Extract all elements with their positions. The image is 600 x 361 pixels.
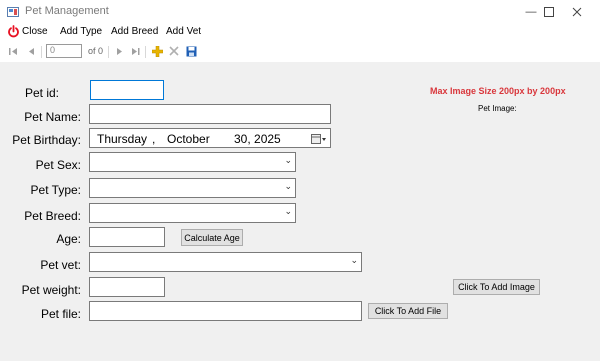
pet-weight-input[interactable] <box>89 277 165 297</box>
chevron-down-icon: ⌄ <box>284 155 292 165</box>
chevron-down-icon: ⌄ <box>284 181 292 191</box>
add-image-button[interactable]: Click To Add Image <box>453 279 540 295</box>
birthday-comma: , <box>152 132 156 146</box>
age-input[interactable] <box>89 227 165 247</box>
birthday-date: 30, 2025 <box>234 132 281 146</box>
pet-type-label: Pet Type: <box>30 183 81 197</box>
toolbar-separator <box>145 46 146 58</box>
add-icon <box>151 45 163 57</box>
close-icon <box>572 7 582 17</box>
move-previous-icon <box>28 47 34 55</box>
pet-sex-select[interactable]: ⌄ <box>89 152 296 172</box>
pet-sex-label: Pet Sex: <box>35 158 81 172</box>
toolbar-separator <box>41 46 42 58</box>
toolbar-separator <box>108 46 109 58</box>
pet-vet-label: Pet vet: <box>40 258 81 272</box>
pet-name-input[interactable] <box>89 104 331 124</box>
count-label: of 0 <box>88 46 104 56</box>
pet-id-input[interactable] <box>90 80 164 100</box>
save-button[interactable] <box>184 44 198 58</box>
chevron-down-icon: ⌄ <box>284 206 292 216</box>
window-title: Pet Management <box>25 5 109 17</box>
menu-add-breed[interactable]: Add Breed <box>111 26 158 37</box>
birthday-month: October <box>167 132 210 146</box>
max-image-size-note: Max Image Size 200px by 200px <box>430 86 566 96</box>
pet-breed-select[interactable]: ⌄ <box>89 203 296 223</box>
calendar-dropdown-icon <box>311 132 327 150</box>
move-previous-button[interactable] <box>24 44 38 58</box>
chevron-down-icon: ⌄ <box>350 255 358 265</box>
pet-vet-select[interactable]: ⌄ <box>89 252 362 272</box>
pet-name-label: Pet Name: <box>24 110 81 124</box>
app-icon <box>7 5 19 17</box>
pet-breed-label: Pet Breed: <box>24 209 81 223</box>
delete-icon <box>169 46 179 56</box>
menu-close[interactable]: Close <box>22 26 48 37</box>
pet-image-label: Pet Image: <box>478 104 517 113</box>
pet-id-label: Pet id: <box>24 86 59 100</box>
pet-birthday-picker[interactable]: Thursday , October 30, 2025 <box>89 128 331 148</box>
delete-button[interactable] <box>167 44 181 58</box>
move-last-button[interactable] <box>128 44 142 58</box>
menu-add-vet[interactable]: Add Vet <box>166 26 201 37</box>
add-new-button[interactable] <box>150 44 164 58</box>
move-first-icon <box>8 47 17 55</box>
power-icon <box>7 25 20 43</box>
move-next-button[interactable] <box>112 44 126 58</box>
save-icon <box>186 46 196 56</box>
maximize-icon <box>544 7 554 17</box>
age-label: Age: <box>56 232 81 246</box>
pet-file-input[interactable] <box>89 301 362 321</box>
window-close-button[interactable] <box>554 0 600 24</box>
move-next-icon <box>116 47 122 55</box>
move-first-button[interactable] <box>6 44 20 58</box>
move-last-icon <box>131 47 139 55</box>
menu-add-type[interactable]: Add Type <box>60 26 102 37</box>
birthday-day: Thursday <box>97 132 148 146</box>
pet-type-select[interactable]: ⌄ <box>89 178 296 198</box>
pet-birthday-label: Pet Birthday: <box>12 133 81 147</box>
add-file-button[interactable]: Click To Add File <box>368 303 448 319</box>
pet-weight-label: Pet weight: <box>21 283 81 297</box>
pet-file-label: Pet file: <box>40 307 81 321</box>
position-input[interactable]: 0 <box>46 44 82 58</box>
calculate-age-button[interactable]: Calculate Age <box>181 229 243 246</box>
